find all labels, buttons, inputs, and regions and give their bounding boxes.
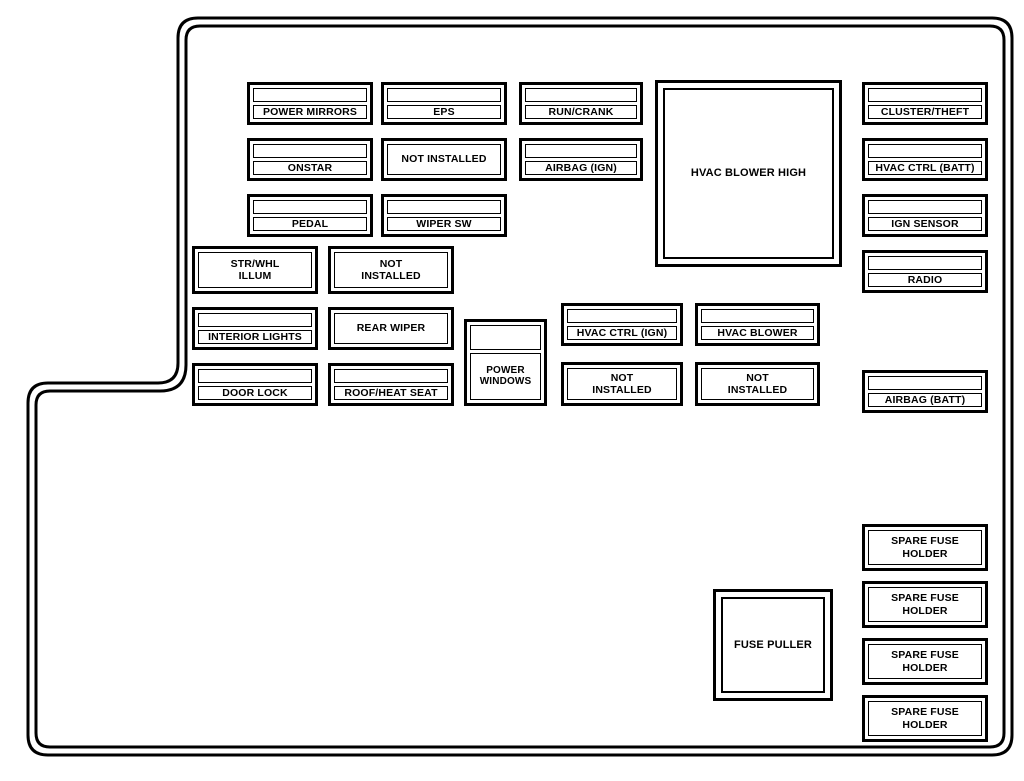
fuse-slot-label: ROOF/HEAT SEAT [334,386,448,401]
fuse-slot-run-crank[interactable]: RUN/CRANK [519,82,643,125]
fuse-slot-not-installed-1[interactable]: NOT INSTALLED [381,138,507,181]
fuse-slot-rear-wiper[interactable]: REAR WIPER [328,307,454,350]
fuse-slot-label: PEDAL [253,217,367,232]
fuse-slot-spare-fuse-holder-3[interactable]: SPARE FUSE HOLDER [862,638,988,685]
fuse-slot-cavity [470,325,541,350]
fuse-slot-wiper-sw[interactable]: WIPER SW [381,194,507,237]
fuse-slot-hvac-blower-high[interactable]: HVAC BLOWER HIGH [655,80,842,267]
fuse-slot-radio[interactable]: RADIO [862,250,988,293]
fuse-slot-onstar[interactable]: ONSTAR [247,138,373,181]
fuse-slot-spare-fuse-holder-4[interactable]: SPARE FUSE HOLDER [862,695,988,742]
fuse-slot-cavity [387,200,501,214]
fuse-slot-str-whl-illum[interactable]: STR/WHL ILLUM [192,246,318,294]
fuse-slot-cavity [567,309,677,323]
fuse-slot-power-mirrors[interactable]: POWER MIRRORS [247,82,373,125]
fuse-slot-label: CLUSTER/THEFT [868,105,982,120]
fuse-slot-label: AIRBAG (BATT) [868,393,982,408]
fuse-slot-fuse-puller[interactable]: FUSE PULLER [713,589,833,701]
fuse-slot-label: NOT INSTALLED [334,252,448,288]
fuse-slot-cavity [868,256,982,270]
fuse-slot-label: SPARE FUSE HOLDER [868,701,982,736]
fuse-slot-cavity [525,88,637,102]
fuse-slot-label: EPS [387,105,501,120]
fuse-slot-label: ONSTAR [253,161,367,176]
fuse-slot-label: SPARE FUSE HOLDER [868,587,982,622]
fuse-slot-hvac-ctrl-ign[interactable]: HVAC CTRL (IGN) [561,303,683,346]
fuse-slot-cavity [253,88,367,102]
fuse-slot-cluster-theft[interactable]: CLUSTER/THEFT [862,82,988,125]
fuse-slot-label: REAR WIPER [334,313,448,344]
fuse-slot-power-windows[interactable]: POWER WINDOWS [464,319,547,406]
fuse-slot-cavity [387,88,501,102]
fuse-slot-label: NOT INSTALLED [387,144,501,175]
fuse-slot-cavity [198,313,312,327]
fuse-slot-hvac-ctrl-batt[interactable]: HVAC CTRL (BATT) [862,138,988,181]
fuse-slot-airbag-ign[interactable]: AIRBAG (IGN) [519,138,643,181]
fuse-slot-cavity [334,369,448,383]
fuse-slot-label: HVAC BLOWER [701,326,814,341]
fuse-slot-label: HVAC BLOWER HIGH [663,88,834,259]
fuse-slot-eps[interactable]: EPS [381,82,507,125]
fuse-slot-spare-fuse-holder-2[interactable]: SPARE FUSE HOLDER [862,581,988,628]
fuse-slot-label: FUSE PULLER [721,597,825,693]
fuse-slot-cavity [198,369,312,383]
fuse-slot-cavity [868,200,982,214]
fuse-slot-not-installed-4[interactable]: NOT INSTALLED [695,362,820,406]
fuse-slot-airbag-batt[interactable]: AIRBAG (BATT) [862,370,988,413]
fuse-slot-label: POWER WINDOWS [470,352,541,400]
fuse-slot-cavity [701,309,814,323]
fuse-slot-label: HVAC CTRL (BATT) [868,161,982,176]
fuse-slot-label: RUN/CRANK [525,105,637,120]
fuse-slot-door-lock[interactable]: DOOR LOCK [192,363,318,406]
fuse-slot-cavity [868,376,982,390]
fuse-slot-cavity [868,88,982,102]
fuse-slot-spare-fuse-holder-1[interactable]: SPARE FUSE HOLDER [862,524,988,571]
fuse-slot-label: DOOR LOCK [198,386,312,401]
fuse-slot-label: HVAC CTRL (IGN) [567,326,677,341]
fuse-slot-label: SPARE FUSE HOLDER [868,644,982,679]
fuse-slot-cavity [868,144,982,158]
fuse-slot-cavity [525,144,637,158]
fuse-slot-roof-heat-seat[interactable]: ROOF/HEAT SEAT [328,363,454,406]
fuse-slot-label: WIPER SW [387,217,501,232]
fuse-slot-pedal[interactable]: PEDAL [247,194,373,237]
fuse-slot-label: STR/WHL ILLUM [198,252,312,288]
fuse-slot-ign-sensor[interactable]: IGN SENSOR [862,194,988,237]
fuse-slot-hvac-blower[interactable]: HVAC BLOWER [695,303,820,346]
fuse-slot-label: NOT INSTALLED [567,368,677,400]
fuse-slot-label: SPARE FUSE HOLDER [868,530,982,565]
fuse-slot-not-installed-2[interactable]: NOT INSTALLED [328,246,454,294]
fuse-slot-interior-lights[interactable]: INTERIOR LIGHTS [192,307,318,350]
fuse-slot-cavity [253,144,367,158]
fuse-slot-label: RADIO [868,273,982,288]
fuse-slot-label: INTERIOR LIGHTS [198,330,312,345]
fuse-slot-label: AIRBAG (IGN) [525,161,637,176]
fuse-slot-cavity [253,200,367,214]
fuse-slot-label: IGN SENSOR [868,217,982,232]
fuse-box-diagram: POWER MIRRORS ONSTAR PEDAL EPS NOT INSTALLED… [0,0,1024,781]
fuse-slot-not-installed-3[interactable]: NOT INSTALLED [561,362,683,406]
fuse-slot-label: POWER MIRRORS [253,105,367,120]
fuse-slot-label: NOT INSTALLED [701,368,814,400]
